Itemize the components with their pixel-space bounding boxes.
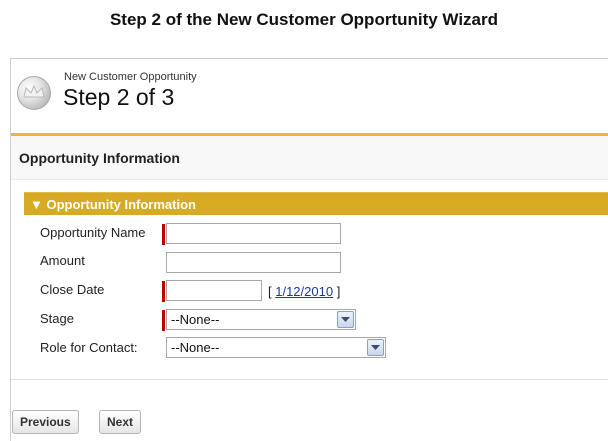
amount-input[interactable] <box>166 252 341 273</box>
chevron-down-icon[interactable] <box>367 339 384 356</box>
wizard-frame: New Customer Opportunity Step 2 of 3 Opp… <box>10 58 608 441</box>
previous-button[interactable]: Previous <box>12 410 79 434</box>
close-date-input[interactable] <box>166 280 262 301</box>
close-date-label: Close Date <box>40 282 105 297</box>
wizard-step-title: Step 2 of 3 <box>63 84 175 110</box>
amount-label: Amount <box>40 253 85 268</box>
figure-caption: Step 2 of the New Customer Opportunity W… <box>109 10 499 29</box>
required-marker <box>162 224 165 245</box>
next-button[interactable]: Next <box>99 410 142 434</box>
opportunity-form: Opportunity Name Amount Close Date [ 1/1… <box>24 215 608 375</box>
triangle-down-icon: ▼ <box>30 197 43 212</box>
section-title: Opportunity Information <box>19 150 180 166</box>
role-label: Role for Contact: <box>40 340 138 355</box>
panel-title: ▼ Opportunity Information <box>30 197 196 212</box>
stage-select[interactable]: --None-- <box>166 309 356 330</box>
opportunity-name-label: Opportunity Name <box>40 225 146 240</box>
opportunity-name-input[interactable] <box>166 223 341 244</box>
panel-toggle-bar[interactable]: ▼ Opportunity Information <box>24 192 608 216</box>
required-marker <box>162 281 165 302</box>
stage-label: Stage <box>40 311 74 326</box>
wizard-header: New Customer Opportunity Step 2 of 3 <box>11 59 608 133</box>
role-selected-value: --None-- <box>171 340 220 355</box>
coin-crown-icon <box>17 76 51 110</box>
wizard-subtitle: New Customer Opportunity <box>64 71 197 83</box>
today-date-link[interactable]: [ 1/12/2010 ] <box>268 284 340 299</box>
stage-selected-value: --None-- <box>171 312 220 327</box>
section-header: Opportunity Information <box>11 136 608 180</box>
footer-divider <box>11 379 608 380</box>
chevron-down-icon[interactable] <box>337 311 354 328</box>
role-select[interactable]: --None-- <box>166 337 386 358</box>
required-marker <box>162 310 165 331</box>
